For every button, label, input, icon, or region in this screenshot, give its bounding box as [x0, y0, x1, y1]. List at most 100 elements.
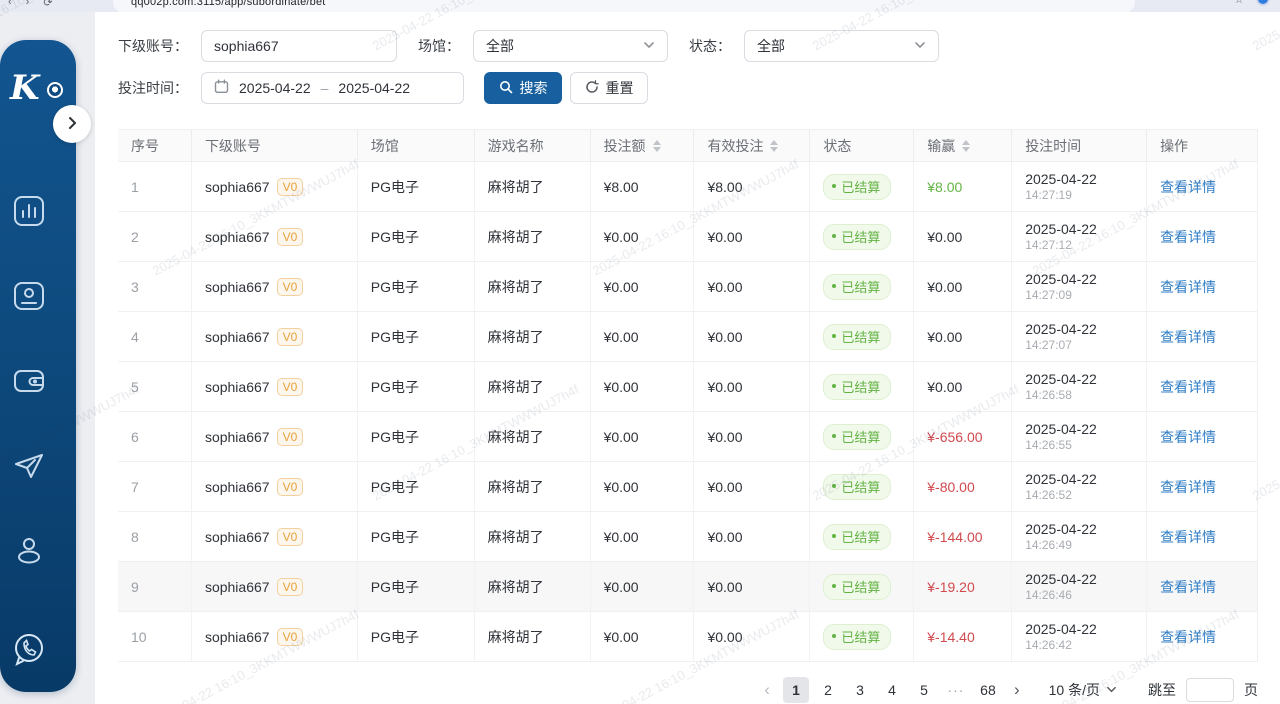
bet-time: 14:27:12 — [1025, 238, 1097, 252]
url-bar[interactable]: qq002p.com:3115/app/subordinate/bet — [113, 0, 1135, 12]
sidebar-item-support[interactable] — [0, 595, 76, 704]
valid-bet-amount: ¥0.00 — [707, 479, 742, 495]
bet-amount: ¥0.00 — [604, 479, 639, 495]
pagination-pages: 12345···68 — [783, 677, 1001, 703]
venue-name: PG电子 — [371, 427, 419, 447]
status-badge: 已结算 — [823, 274, 891, 300]
date-range-picker[interactable]: 2025-04-22 – 2025-04-22 — [201, 72, 464, 104]
account-name: sophia667 — [205, 179, 270, 195]
bet-date: 2025-04-22 — [1025, 171, 1097, 188]
back-icon[interactable]: ‹ — [8, 0, 12, 9]
pagination-page-2[interactable]: 2 — [815, 677, 841, 703]
pagination-page-3[interactable]: 3 — [847, 677, 873, 703]
col-header-bet-time: 投注时间 — [1012, 130, 1147, 161]
sidebar-item-members[interactable] — [0, 255, 76, 340]
browser-avatar[interactable] — [1256, 0, 1270, 6]
main-content: 下级账号： sophia667 场馆： 全部 状态： 全部 — [95, 12, 1280, 704]
search-button[interactable]: 搜索 — [484, 72, 562, 104]
row-index: 8 — [131, 529, 139, 545]
status-badge: 已结算 — [823, 374, 891, 400]
page-size-value: 10 条/页 — [1049, 680, 1100, 700]
view-details-link[interactable]: 查看详情 — [1160, 577, 1216, 597]
winloss-amount: ¥0.00 — [927, 329, 962, 345]
pagination-page-4[interactable]: 4 — [879, 677, 905, 703]
forward-icon[interactable]: › — [26, 0, 30, 9]
view-details-link[interactable]: 查看详情 — [1160, 477, 1216, 497]
bet-time: 14:26:58 — [1025, 388, 1097, 402]
status-dot-icon — [832, 434, 836, 438]
col-header-valid-bet: 有效投注 — [694, 130, 810, 161]
view-details-link[interactable]: 查看详情 — [1160, 627, 1216, 647]
bet-date: 2025-04-22 — [1025, 621, 1097, 638]
account-name: sophia667 — [205, 379, 270, 395]
jump-page-input[interactable] — [1186, 678, 1234, 702]
account-name: sophia667 — [205, 529, 270, 545]
venue-name: PG电子 — [371, 377, 419, 397]
bookmark-star-icon[interactable]: ☆ — [1234, 0, 1244, 6]
next-page-icon[interactable]: › — [1010, 679, 1024, 701]
sort-icon[interactable] — [770, 140, 778, 152]
pagination-page-5[interactable]: 5 — [911, 677, 937, 703]
sidebar-item-messages[interactable] — [0, 425, 76, 510]
sidebar-item-wallet[interactable] — [0, 340, 76, 425]
col-header-account: 下级账号 — [192, 130, 358, 161]
table-row: 10 sophia667 V0 PG电子 麻将胡了 ¥0.00 ¥0.00 已结… — [118, 612, 1257, 662]
view-details-link[interactable]: 查看详情 — [1160, 227, 1216, 247]
wallet-icon — [9, 361, 49, 404]
status-badge: 已结算 — [823, 174, 891, 200]
id-card-icon — [9, 276, 49, 319]
venue-select[interactable]: 全部 — [473, 30, 668, 62]
status-select-value: 全部 — [757, 36, 785, 56]
view-details-link[interactable]: 查看详情 — [1160, 527, 1216, 547]
col-header-game: 游戏名称 — [475, 130, 591, 161]
page-size-select[interactable]: 10 条/页 — [1049, 680, 1117, 700]
account-input-value: sophia667 — [214, 38, 279, 54]
game-name: 麻将胡了 — [488, 377, 544, 397]
venue-name: PG电子 — [371, 277, 419, 297]
view-details-link[interactable]: 查看详情 — [1160, 177, 1216, 197]
sidebar-item-profile[interactable] — [0, 510, 76, 595]
time-filter-label: 投注时间： — [118, 78, 188, 98]
bar-chart-icon — [9, 191, 49, 234]
prev-page-icon[interactable]: ‹ — [760, 679, 774, 701]
account-input[interactable]: sophia667 — [201, 30, 397, 62]
winloss-amount: ¥-144.00 — [927, 529, 982, 545]
pagination-page-68[interactable]: 68 — [975, 677, 1001, 703]
bet-time: 14:27:19 — [1025, 188, 1097, 202]
search-button-label: 搜索 — [520, 78, 548, 98]
status-select[interactable]: 全部 — [744, 30, 939, 62]
bet-amount: ¥0.00 — [604, 629, 639, 645]
table-row: 9 sophia667 V0 PG电子 麻将胡了 ¥0.00 ¥0.00 已结算… — [118, 562, 1257, 612]
pagination-ellipsis[interactable]: ··· — [943, 677, 969, 703]
sort-icon[interactable] — [653, 140, 661, 152]
row-index: 1 — [131, 179, 139, 195]
table-header-row: 序号 下级账号 场馆 游戏名称 投注额 有效投注 状态 输赢 投注时间 — [118, 129, 1257, 162]
sort-icon[interactable] — [962, 140, 970, 152]
row-index: 7 — [131, 479, 139, 495]
view-details-link[interactable]: 查看详情 — [1160, 277, 1216, 297]
row-index: 2 — [131, 229, 139, 245]
view-details-link[interactable]: 查看详情 — [1160, 327, 1216, 347]
status-dot-icon — [832, 334, 836, 338]
valid-bet-amount: ¥0.00 — [707, 379, 742, 395]
sidebar-item-reports[interactable] — [0, 170, 76, 255]
valid-bet-amount: ¥0.00 — [707, 429, 742, 445]
view-details-link[interactable]: 查看详情 — [1160, 377, 1216, 397]
vip-level-badge: V0 — [277, 478, 304, 496]
vip-level-badge: V0 — [277, 278, 304, 296]
app-root: K — [0, 12, 1280, 704]
bet-amount: ¥0.00 — [604, 429, 639, 445]
table-row: 1 sophia667 V0 PG电子 麻将胡了 ¥8.00 ¥8.00 已结算… — [118, 162, 1257, 212]
winloss-amount: ¥0.00 — [927, 229, 962, 245]
status-badge: 已结算 — [823, 574, 891, 600]
status-text: 已结算 — [841, 577, 880, 596]
game-name: 麻将胡了 — [488, 277, 544, 297]
view-details-link[interactable]: 查看详情 — [1160, 427, 1216, 447]
sidebar-expand-button[interactable] — [53, 105, 91, 143]
account-name: sophia667 — [205, 579, 270, 595]
table-row: 5 sophia667 V0 PG电子 麻将胡了 ¥0.00 ¥0.00 已结算… — [118, 362, 1257, 412]
status-badge: 已结算 — [823, 224, 891, 250]
reset-button[interactable]: 重置 — [570, 72, 648, 104]
reload-icon[interactable]: ⟳ — [43, 0, 52, 9]
pagination-page-1[interactable]: 1 — [783, 677, 809, 703]
